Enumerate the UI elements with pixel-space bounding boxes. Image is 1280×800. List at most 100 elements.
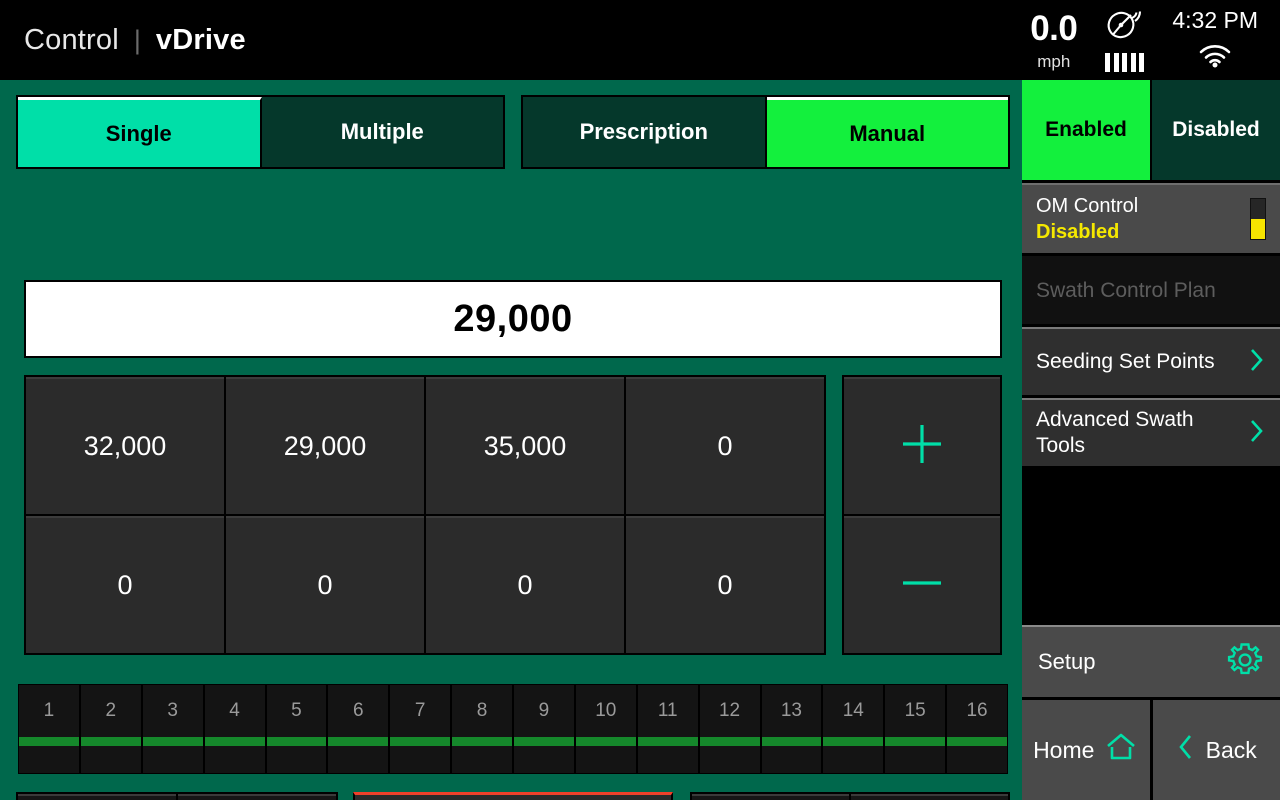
section-footer	[947, 746, 1007, 773]
preset-button[interactable]: 32,000	[26, 377, 224, 514]
home-back-row: Home Back	[1022, 700, 1280, 800]
tab-multiple[interactable]: Multiple	[261, 97, 503, 167]
rate-preset-grid: 32,000 29,000 35,000 0 0 0 0 0	[24, 375, 826, 655]
section-status-stripe	[699, 737, 760, 746]
active-rate-value: 29,000	[453, 297, 573, 340]
right-nav-pad	[690, 792, 1010, 800]
preset-button[interactable]: 29,000	[226, 377, 424, 514]
preset-value: 35,000	[483, 431, 567, 461]
enabled-label: Enabled	[1045, 118, 1127, 141]
section-cell[interactable]: 4	[204, 685, 265, 773]
section-number: 10	[575, 685, 636, 737]
section-status-stripe	[637, 737, 698, 746]
section-number: 13	[761, 685, 822, 737]
section-cell[interactable]: 2	[80, 685, 141, 773]
preset-value: 0	[117, 570, 133, 600]
home-button[interactable]: Home	[1022, 700, 1150, 800]
tab-manual[interactable]: Manual	[766, 97, 1008, 167]
section-number: 16	[947, 685, 1007, 737]
section-cell[interactable]: 1	[19, 685, 79, 773]
section-footer	[204, 746, 265, 773]
section-cell[interactable]: 14	[823, 685, 884, 773]
om-control-row[interactable]: OM Control Disabled	[1022, 183, 1280, 253]
left-next-button[interactable]	[178, 794, 336, 800]
section-footer	[575, 746, 636, 773]
active-rate-readout[interactable]: 29,000	[24, 280, 1002, 358]
breadcrumb: Control | vDrive	[0, 24, 246, 57]
right-next-button[interactable]	[851, 794, 1008, 800]
tab-single[interactable]: Single	[18, 97, 262, 167]
preset-button[interactable]: 35,000	[426, 377, 624, 514]
decrement-button[interactable]	[844, 516, 1000, 653]
section-footer	[514, 746, 574, 773]
tab-manual-label: Manual	[849, 120, 926, 146]
section-cell[interactable]: 12	[699, 685, 760, 773]
back-button-label: Back	[1205, 736, 1257, 763]
section-status-stripe	[328, 737, 389, 746]
mode-tab-row: Single Multiple Prescription Manual	[0, 95, 1022, 169]
sidebar-item-advanced-swath-tools[interactable]: Advanced Swath Tools	[1022, 398, 1280, 466]
status-indicators: 0.0 mph 4:32 PM	[1030, 0, 1280, 80]
section-number: 2	[80, 685, 141, 737]
top-status-bar: Control | vDrive 0.0 mph 4:32 PM	[0, 0, 1280, 80]
left-previous-button[interactable]	[18, 794, 176, 800]
section-cell[interactable]: 13	[761, 685, 822, 773]
section-footer	[390, 746, 451, 773]
section-cell[interactable]: 7	[390, 685, 451, 773]
section-cell[interactable]: 15	[885, 685, 946, 773]
tab-prescription[interactable]: Prescription	[523, 97, 767, 167]
section-cell[interactable]: 11	[637, 685, 698, 773]
tab-single-label: Single	[105, 120, 172, 146]
vdrive-control-screen: Control | vDrive 0.0 mph 4:32 PM Single …	[0, 0, 1280, 800]
section-cell[interactable]: 3	[142, 685, 203, 773]
section-footer	[266, 746, 327, 773]
sidebar-spacer	[1022, 466, 1280, 625]
section-cell[interactable]: 8	[452, 685, 512, 773]
home-button-label: Home	[1033, 736, 1095, 763]
preset-button[interactable]: 0	[626, 377, 824, 514]
preset-value: 29,000	[283, 431, 367, 461]
section-footer	[452, 746, 512, 773]
section-cell[interactable]: 16	[947, 685, 1007, 773]
section-status-stripe	[761, 737, 822, 746]
gps-status	[1105, 8, 1145, 72]
preset-button[interactable]: 0	[26, 516, 224, 653]
enabled-button[interactable]: Enabled	[1022, 80, 1150, 180]
sidebar-item-setup[interactable]: Setup	[1022, 625, 1280, 697]
minus-icon	[896, 557, 948, 614]
bottom-action-bar: Swath Off	[0, 786, 1022, 800]
section-footer	[80, 746, 141, 773]
increment-button[interactable]	[844, 377, 1000, 514]
section-status-stripe	[142, 737, 203, 746]
preset-button[interactable]: 0	[626, 516, 824, 653]
section-cell[interactable]: 5	[266, 685, 327, 773]
section-footer	[761, 746, 822, 773]
swath-toggle-button[interactable]: Swath Off	[353, 792, 673, 800]
section-number: 9	[514, 685, 574, 737]
page-subtitle: vDrive	[155, 23, 246, 56]
right-previous-button[interactable]	[692, 794, 849, 800]
om-control-state: Disabled	[1036, 220, 1120, 243]
home-icon	[1104, 732, 1138, 768]
preset-button[interactable]: 0	[426, 516, 624, 653]
sidebar-item-label: Advanced Swath Tools	[1036, 407, 1194, 457]
sidebar-item-seeding-set-points[interactable]: Seeding Set Points	[1022, 327, 1280, 395]
setup-label: Setup	[1038, 649, 1096, 674]
wifi-icon	[1198, 44, 1232, 73]
speed-indicator: 0.0 mph	[1030, 11, 1078, 70]
section-cell[interactable]: 6	[328, 685, 389, 773]
preset-value: 0	[717, 570, 733, 600]
section-number: 7	[390, 685, 451, 737]
back-button[interactable]: Back	[1152, 700, 1280, 800]
section-cell[interactable]: 10	[575, 685, 636, 773]
sidebar-item-swath-control-plan: Swath Control Plan	[1022, 256, 1280, 324]
section-cell[interactable]: 9	[514, 685, 574, 773]
section-status-stripe	[514, 737, 574, 746]
left-nav-pad	[16, 792, 338, 800]
section-status-stripe	[575, 737, 636, 746]
disabled-button[interactable]: Disabled	[1152, 80, 1280, 180]
toggle-indicator-icon	[1250, 198, 1266, 240]
preset-button[interactable]: 0	[226, 516, 424, 653]
section-number: 15	[885, 685, 946, 737]
rate-source-tabgroup: Single Multiple	[16, 95, 505, 169]
